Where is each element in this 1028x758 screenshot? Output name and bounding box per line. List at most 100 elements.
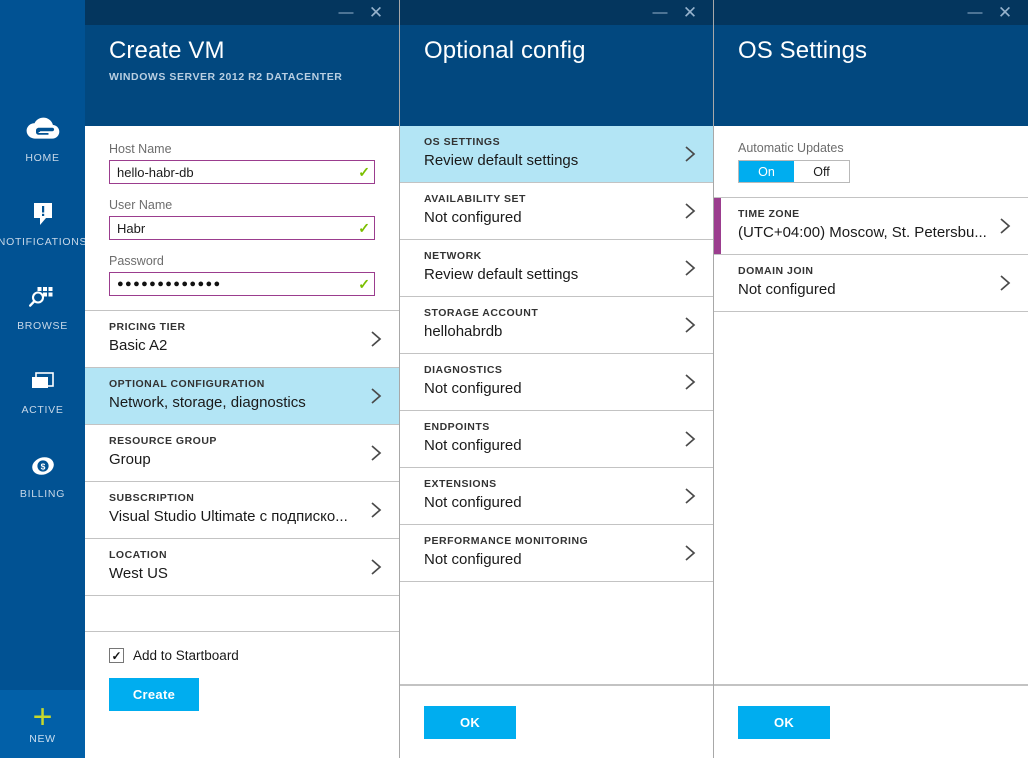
minimize-icon[interactable]: — xyxy=(960,0,990,25)
left-sidebar: HOME NOTIFICATIONS BROWSE ACTIVE $ BILLI… xyxy=(0,0,88,758)
chevron-right-icon xyxy=(367,387,385,405)
new-button-label: NEW xyxy=(29,732,56,745)
sidebar-item-label: BROWSE xyxy=(17,320,68,332)
row-location[interactable]: LOCATION West US xyxy=(85,539,399,596)
page-title: Create VM xyxy=(109,37,225,64)
row-os-settings[interactable]: OS SETTINGS Review default settings xyxy=(400,126,713,183)
new-button[interactable]: + NEW xyxy=(0,690,85,758)
row-storage-account[interactable]: STORAGE ACCOUNT hellohabrdb xyxy=(400,297,713,354)
row-kicker: EXTENSIONS xyxy=(424,478,497,490)
row-kicker: ENDPOINTS xyxy=(424,421,490,433)
row-kicker: PERFORMANCE MONITORING xyxy=(424,535,589,547)
page-title: Optional config xyxy=(424,37,586,64)
vm-credentials-form: Host Name hello-habr-db ✓ User Name Habr… xyxy=(85,126,399,311)
sidebar-item-notifications[interactable]: NOTIFICATIONS xyxy=(0,196,88,280)
toggle-option-on[interactable]: On xyxy=(739,161,794,182)
row-kicker: STORAGE ACCOUNT xyxy=(424,307,539,319)
ok-button[interactable]: OK xyxy=(738,706,830,739)
user-name-input[interactable]: Habr ✓ xyxy=(109,216,375,240)
row-pricing-tier[interactable]: PRICING TIER Basic A2 xyxy=(85,311,399,368)
automatic-updates-section: Automatic Updates On Off xyxy=(714,126,1028,198)
automatic-updates-toggle[interactable]: On Off xyxy=(738,160,850,183)
sidebar-item-active[interactable]: ACTIVE xyxy=(0,364,85,448)
password-input[interactable]: ●●●●●●●●●●●●● ✓ xyxy=(109,272,375,296)
row-optional-configuration[interactable]: OPTIONAL CONFIGURATION Network, storage,… xyxy=(85,368,399,425)
chevron-right-icon xyxy=(681,316,699,334)
row-value: Not configured xyxy=(424,551,522,568)
chevron-right-icon xyxy=(996,274,1014,292)
ok-button[interactable]: OK xyxy=(424,706,516,739)
page-title: OS Settings xyxy=(738,37,868,64)
valid-check-icon: ✓ xyxy=(358,164,370,180)
chevron-right-icon xyxy=(681,259,699,277)
sidebar-item-billing[interactable]: $ BILLING xyxy=(0,448,85,532)
svg-text:$: $ xyxy=(40,462,45,472)
sidebar-item-label: NOTIFICATIONS xyxy=(0,236,88,248)
checkmark-icon: ✓ xyxy=(111,648,122,663)
host-name-input[interactable]: hello-habr-db ✓ xyxy=(109,160,375,184)
sidebar-item-home[interactable]: HOME xyxy=(0,112,85,196)
chevron-right-icon xyxy=(681,145,699,163)
row-kicker: AVAILABILITY SET xyxy=(424,193,526,205)
create-button[interactable]: Create xyxy=(109,678,199,711)
valid-check-icon: ✓ xyxy=(358,276,370,292)
sidebar-item-label: BILLING xyxy=(19,488,66,500)
toggle-option-off[interactable]: Off xyxy=(794,161,849,182)
row-extensions[interactable]: EXTENSIONS Not configured xyxy=(400,468,713,525)
row-kicker: RESOURCE GROUP xyxy=(109,435,217,447)
row-network[interactable]: NETWORK Review default settings xyxy=(400,240,713,297)
valid-check-icon: ✓ xyxy=(358,220,370,236)
blade2-titlebar: — ✕ xyxy=(400,0,713,25)
add-to-startboard-checkbox[interactable]: ✓ Add to Startboard xyxy=(109,648,375,663)
chevron-right-icon xyxy=(367,501,385,519)
row-kicker: SUBSCRIPTION xyxy=(109,492,195,504)
row-resource-group[interactable]: RESOURCE GROUP Group xyxy=(85,425,399,482)
row-value: Basic A2 xyxy=(109,337,168,354)
close-icon[interactable]: ✕ xyxy=(361,0,391,25)
row-kicker: NETWORK xyxy=(424,250,482,262)
chevron-right-icon xyxy=(367,558,385,576)
password-field-group: Password ●●●●●●●●●●●●● ✓ xyxy=(109,254,375,296)
billing-coin-icon: $ xyxy=(28,448,58,484)
sidebar-item-label: ACTIVE xyxy=(21,404,64,416)
chevron-right-icon xyxy=(996,217,1014,235)
row-kicker: OPTIONAL CONFIGURATION xyxy=(109,378,265,390)
row-time-zone[interactable]: TIME ZONE (UTC+04:00) Moscow, St. Peters… xyxy=(714,198,1028,255)
plus-icon: + xyxy=(32,697,53,736)
chevron-right-icon xyxy=(681,202,699,220)
password-value: ●●●●●●●●●●●●● xyxy=(117,278,222,290)
automatic-updates-label: Automatic Updates xyxy=(738,141,844,155)
chevron-right-icon xyxy=(681,487,699,505)
user-name-value: Habr xyxy=(117,221,146,235)
row-kicker: DIAGNOSTICS xyxy=(424,364,503,376)
host-name-value: hello-habr-db xyxy=(117,165,194,179)
blade3-body: Automatic Updates On Off TIME ZONE (UTC+… xyxy=(714,126,1028,758)
row-availability-set[interactable]: AVAILABILITY SET Not configured xyxy=(400,183,713,240)
minimize-icon[interactable]: — xyxy=(331,0,361,25)
blade1-titlebar: — ✕ xyxy=(85,0,399,25)
blade-create-vm: — ✕ Create VM WINDOWS SERVER 2012 R2 DAT… xyxy=(85,0,400,758)
row-value: Not configured xyxy=(424,209,522,226)
row-diagnostics[interactable]: DIAGNOSTICS Not configured xyxy=(400,354,713,411)
row-value: Visual Studio Ultimate с подписко... xyxy=(109,508,348,525)
row-subscription[interactable]: SUBSCRIPTION Visual Studio Ultimate с по… xyxy=(85,482,399,539)
close-icon[interactable]: ✕ xyxy=(990,0,1020,25)
close-icon[interactable]: ✕ xyxy=(675,0,705,25)
row-domain-join[interactable]: DOMAIN JOIN Not configured xyxy=(714,255,1028,312)
blade3-header: OS Settings xyxy=(714,25,1028,126)
row-value: Not configured xyxy=(424,494,522,511)
blade2-footer: OK xyxy=(400,685,713,758)
sidebar-item-browse[interactable]: BROWSE xyxy=(0,280,85,364)
browse-search-icon xyxy=(27,280,59,316)
chevron-right-icon xyxy=(367,330,385,348)
row-value: Not configured xyxy=(424,380,522,397)
chevron-right-icon xyxy=(681,373,699,391)
blade2-header: Optional config xyxy=(400,25,713,126)
row-value: Review default settings xyxy=(424,266,579,283)
row-performance-monitoring[interactable]: PERFORMANCE MONITORING Not configured xyxy=(400,525,713,582)
password-label: Password xyxy=(109,254,164,268)
chevron-right-icon xyxy=(681,430,699,448)
row-value: Group xyxy=(109,451,151,468)
row-endpoints[interactable]: ENDPOINTS Not configured xyxy=(400,411,713,468)
minimize-icon[interactable]: — xyxy=(645,0,675,25)
